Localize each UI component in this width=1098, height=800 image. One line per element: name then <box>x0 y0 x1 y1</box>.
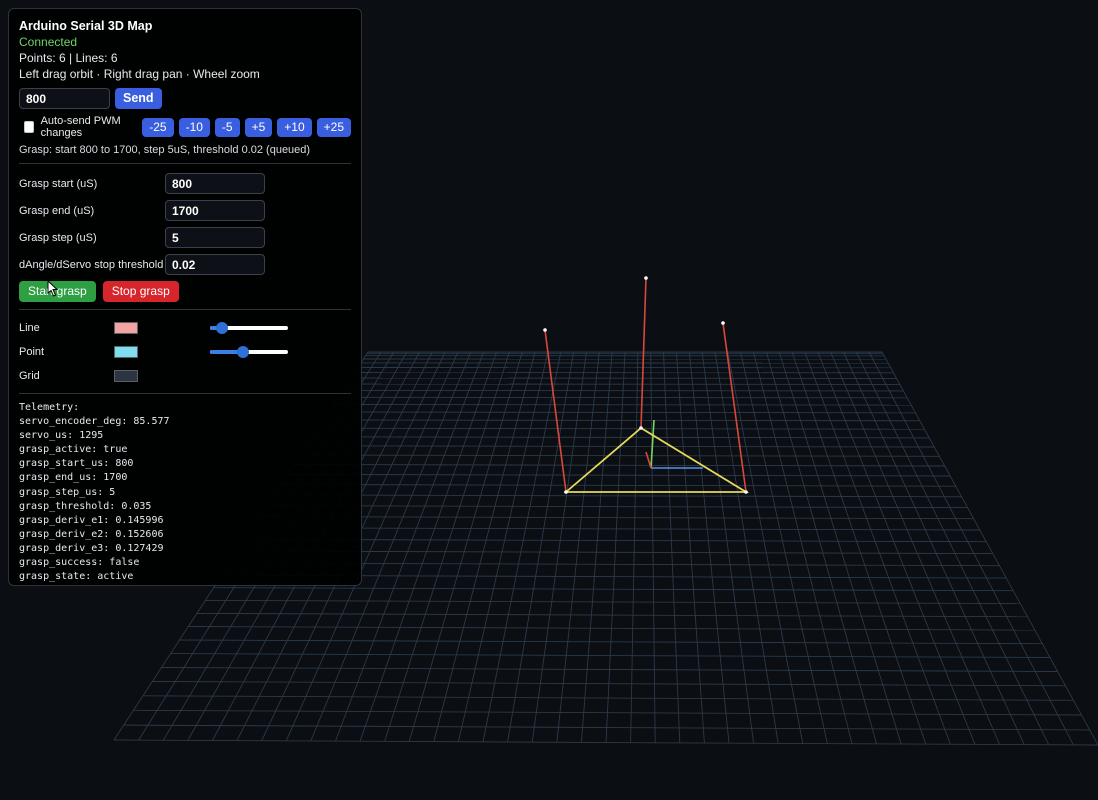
telemetry-line: grasp_deriv_e2: 0.152606 <box>19 528 164 540</box>
grasp-step-input[interactable] <box>165 227 265 248</box>
line-style-label: Line <box>19 322 40 334</box>
grid-line-width <box>338 396 908 399</box>
point-marker <box>564 490 568 494</box>
telemetry-line: grasp_active: true <box>19 444 128 456</box>
telemetry-list: servo_encoder_deg: 85.577 servo_us: 1295 g… <box>19 415 351 584</box>
divider <box>19 309 351 310</box>
grasp-step-label: Grasp step (uS) <box>19 231 97 244</box>
telemetry-line: grasp_end_us: 1700 <box>19 472 128 484</box>
telemetry-line: grasp_threshold: 0.035 <box>19 500 152 512</box>
panel-title: Arduino Serial 3D Map <box>19 19 153 33</box>
pwm-minus-25-button[interactable]: -25 <box>142 117 174 137</box>
auto-send-checkbox[interactable] <box>24 121 34 133</box>
pwm-minus-10-button[interactable]: -10 <box>178 117 210 137</box>
grasp-end-label: Grasp end (uS) <box>19 204 95 217</box>
auto-send-label: Auto-send PWM changes <box>40 115 121 139</box>
telemetry-line: servo_us: 1295 <box>19 430 104 442</box>
grid-style-label: Grid <box>19 370 40 382</box>
divider <box>19 163 351 164</box>
pwm-input[interactable] <box>19 88 110 109</box>
point-color-swatch[interactable] <box>114 346 138 358</box>
point-marker <box>721 321 725 325</box>
telemetry-line: grasp_deriv_e1: 0.145996 <box>19 514 164 526</box>
stop-grasp-button[interactable]: Stop grasp <box>102 281 179 302</box>
point-style-label: Point <box>19 346 45 358</box>
point-marker <box>744 490 748 494</box>
controls-hint: Left drag orbit · Right drag pan · Wheel… <box>19 67 260 81</box>
pwm-plus-5-button[interactable]: +5 <box>244 117 273 137</box>
slider-thumb[interactable] <box>236 346 249 358</box>
counts-text: Points: 6 | Lines: 6 <box>19 51 118 65</box>
telemetry-line: grasp_state: active <box>19 571 134 583</box>
mouse-cursor-icon <box>47 280 59 297</box>
control-panel: Arduino Serial 3D Map Connected Points: … <box>8 8 362 586</box>
grasp-end-input[interactable] <box>165 200 265 221</box>
grasp-start-label: Grasp start (uS) <box>19 177 98 190</box>
telemetry-title: Telemetry: <box>19 402 80 413</box>
send-button[interactable]: Send <box>115 88 162 109</box>
line-color-swatch[interactable] <box>114 322 138 334</box>
telemetry-line: grasp_deriv_e3: 0.127429 <box>19 542 164 554</box>
slider-thumb[interactable] <box>215 322 228 334</box>
point-marker <box>639 426 643 430</box>
grid-line-width <box>342 389 904 392</box>
stop-threshold-label: dAngle/dServo stop threshold <box>19 258 164 271</box>
telemetry-line: grasp_step_us: 5 <box>19 486 116 498</box>
grid-color-swatch[interactable] <box>114 370 138 382</box>
stop-threshold-input[interactable] <box>165 254 265 275</box>
line-width-slider[interactable] <box>210 322 288 334</box>
pwm-plus-25-button[interactable]: +25 <box>316 117 351 137</box>
point-size-slider[interactable] <box>210 346 288 358</box>
pwm-plus-10-button[interactable]: +10 <box>277 117 312 137</box>
pwm-minus-5-button[interactable]: -5 <box>214 117 240 137</box>
telemetry-line: grasp_start_us: 800 <box>19 458 134 470</box>
telemetry-line: servo_encoder_deg: 85.577 <box>19 416 170 428</box>
grid-line-width <box>333 404 912 406</box>
point-marker <box>644 276 648 280</box>
grasp-start-input[interactable] <box>165 173 265 194</box>
connection-status: Connected <box>19 35 78 49</box>
grasp-note: Grasp: start 800 to 1700, step 5uS, thre… <box>19 144 311 156</box>
point-marker <box>543 328 547 332</box>
telemetry-line: grasp_success: false <box>19 557 140 569</box>
divider <box>19 393 351 394</box>
